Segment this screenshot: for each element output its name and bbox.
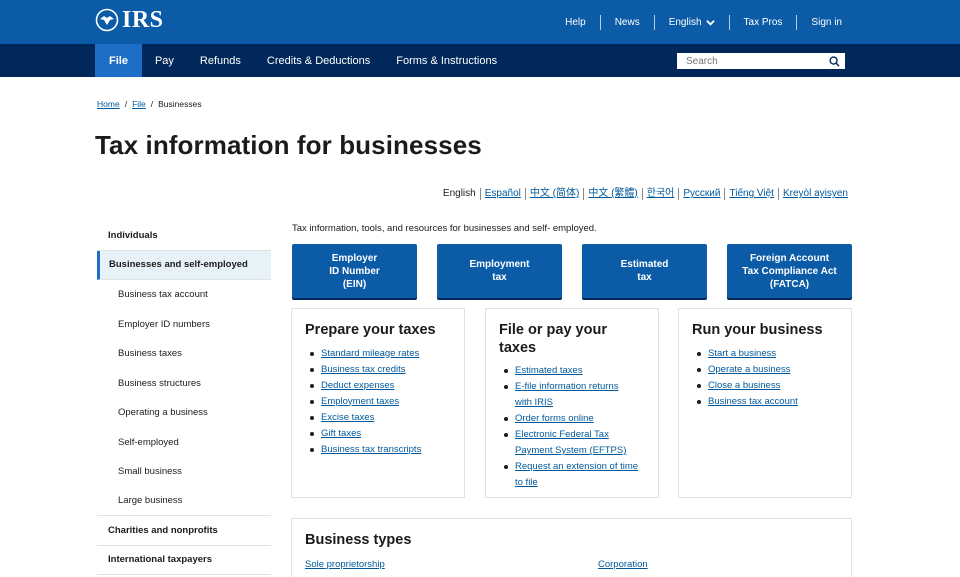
lang-chinese-simplified[interactable]: 中文 (简体) [524, 188, 583, 200]
tile-label: Employer ID Number (EIN) [329, 252, 380, 290]
link-standard-mileage[interactable]: Standard mileage rates [305, 346, 451, 362]
tile-label: Foreign Account Tax Compliance Act (FATCA) [742, 252, 837, 290]
sidebar-nav: Individuals Businesses and self-employed… [97, 221, 271, 575]
lang-spanish[interactable]: Español [479, 188, 525, 200]
sidebar-item-charities[interactable]: Charities and nonprofits [97, 516, 271, 546]
card-title: Run your business [692, 322, 823, 338]
search-icon[interactable] [829, 56, 840, 67]
lang-haitian-creole[interactable]: Kreyòl ayisyen [777, 188, 852, 200]
lang-vietnamese[interactable]: Tiếng Việt [724, 188, 777, 200]
sidebar-item-international[interactable]: International taxpayers [97, 546, 271, 575]
link-operate-business[interactable]: Operate a business [692, 362, 838, 378]
link-eftps[interactable]: Electronic Federal Tax Payment System (EF… [499, 427, 645, 459]
nav-credits-deductions[interactable]: Credits & Deductions [254, 44, 383, 77]
link-efile-iris[interactable]: E-file information returns with IRIS [499, 379, 645, 411]
link-business-tax-credits[interactable]: Business tax credits [305, 362, 451, 378]
sidebar-subitem[interactable]: Business taxes [97, 339, 271, 369]
nav-forms-instructions[interactable]: Forms & Instructions [383, 44, 510, 77]
card-business-types: Business types Sole proprietorship Corpo… [291, 518, 852, 577]
breadcrumb-separator: / [150, 99, 154, 109]
lang-russian[interactable]: Русский [678, 188, 724, 200]
tile-estimated-tax[interactable]: Estimated tax [582, 244, 707, 298]
chevron-down-icon [705, 19, 715, 26]
intro-text: Tax information, tools, and resources fo… [292, 223, 597, 234]
link-close-business[interactable]: Close a business [692, 378, 838, 394]
nav-items: File Pay Refunds Credits & Deductions Fo… [95, 44, 510, 77]
link-excise-taxes[interactable]: Excise taxes [305, 410, 451, 426]
logo-text: IRS [122, 7, 164, 33]
language-selector: English Español 中文 (简体) 中文 (繁體) 한국어 Русс… [439, 188, 852, 200]
sidebar-subitem[interactable]: Large business [97, 487, 271, 516]
lang-chinese-traditional[interactable]: 中文 (繁體) [583, 188, 641, 200]
sidebar-subitem[interactable]: Operating a business [97, 398, 271, 428]
breadcrumb-file[interactable]: File [132, 99, 146, 109]
search-input[interactable] [678, 54, 823, 68]
card-title: Prepare your taxes [305, 322, 436, 338]
sidebar-subitem[interactable]: Business structures [97, 369, 271, 399]
sidebar-subitem[interactable]: Employer ID numbers [97, 310, 271, 340]
link-employment-taxes[interactable]: Employment taxes [305, 394, 451, 410]
breadcrumb: Home / File / Businesses [97, 99, 202, 109]
breadcrumb-current: Businesses [158, 99, 202, 109]
card-prepare-taxes: Prepare your taxes Standard mileage rate… [291, 308, 465, 498]
card-title: Business types [305, 532, 412, 548]
tile-label: Employment tax [469, 259, 530, 283]
card-file-pay: File or pay your taxes Estimated taxes E-… [485, 308, 659, 498]
utility-nav: Help News English Tax Pros Sign in [551, 0, 856, 44]
language-label: English [668, 16, 702, 28]
nav-refunds[interactable]: Refunds [187, 44, 254, 77]
link-business-tax-transcripts[interactable]: Business tax transcripts [305, 442, 451, 458]
lang-korean[interactable]: 한국어 [641, 188, 679, 200]
sign-in-link[interactable]: Sign in [796, 14, 856, 30]
link-business-tax-account[interactable]: Business tax account [692, 394, 838, 410]
link-gift-taxes[interactable]: Gift taxes [305, 426, 451, 442]
tile-ein[interactable]: Employer ID Number (EIN) [292, 244, 417, 298]
breadcrumb-separator: / [124, 99, 128, 109]
help-link[interactable]: Help [551, 15, 600, 30]
link-estimated-taxes[interactable]: Estimated taxes [499, 363, 645, 379]
sidebar-subitem[interactable]: Business tax account [97, 280, 271, 310]
breadcrumb-home[interactable]: Home [97, 99, 120, 109]
tile-fatca[interactable]: Foreign Account Tax Compliance Act (FATCA) [727, 244, 852, 298]
link-deduct-expenses[interactable]: Deduct expenses [305, 378, 451, 394]
card-title: File or pay your taxes [499, 322, 607, 356]
link-extension[interactable]: Request an extension of time to file [499, 459, 645, 491]
irs-logo[interactable]: IRS [95, 8, 164, 32]
sidebar-item-businesses[interactable]: Businesses and self-employed [97, 250, 271, 280]
news-link[interactable]: News [599, 14, 654, 30]
tax-pros-link[interactable]: Tax Pros [728, 14, 797, 30]
link-start-business[interactable]: Start a business [692, 346, 838, 362]
tile-employment-tax[interactable]: Employment tax [437, 244, 562, 298]
link-order-forms[interactable]: Order forms online [499, 411, 645, 427]
sidebar-subitem[interactable]: Small business [97, 457, 271, 487]
lang-english: English [442, 188, 476, 199]
link-corporation[interactable]: Corporation [598, 559, 648, 570]
page-title: Tax information for businesses [95, 130, 482, 160]
search-box [677, 53, 845, 69]
tile-label: Estimated tax [620, 259, 669, 283]
site-header: IRS Help News English Tax Pros Sign in [0, 0, 960, 44]
nav-pay[interactable]: Pay [142, 44, 187, 77]
sidebar-subitem[interactable]: Self-employed [97, 428, 271, 458]
eagle-icon [95, 8, 119, 32]
sidebar-item-individuals[interactable]: Individuals [97, 221, 271, 251]
language-dropdown[interactable]: English [653, 14, 729, 30]
link-sole-proprietorship[interactable]: Sole proprietorship [305, 559, 385, 570]
nav-file[interactable]: File [95, 44, 142, 77]
card-run-business: Run your business Start a business Opera… [678, 308, 852, 498]
